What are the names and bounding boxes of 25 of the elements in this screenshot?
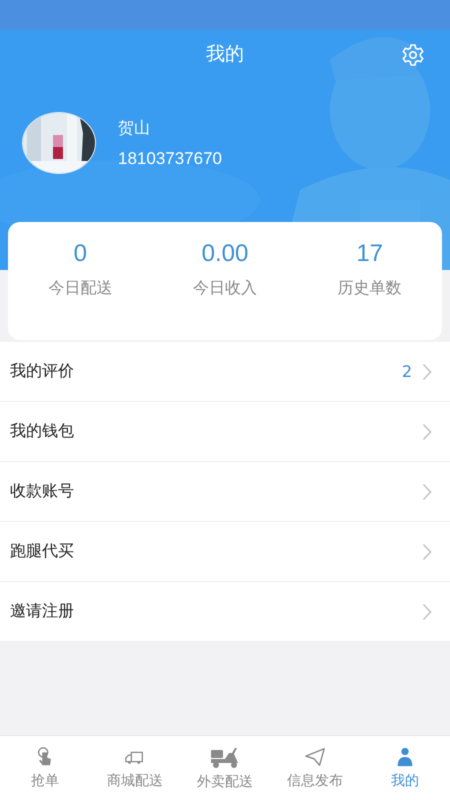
menu-item[interactable]: 跑腿代买 (0, 522, 450, 582)
menu-label: 跑腿代买 (10, 541, 74, 562)
chevron-icon (422, 542, 432, 560)
tab[interactable]: 外卖配送 (180, 736, 270, 800)
menu-label: 邀请注册 (10, 601, 74, 622)
chevron-icon (422, 482, 432, 500)
menu-item[interactable]: 邀请注册 (0, 582, 450, 642)
menu-item[interactable]: 收款账号 (0, 462, 450, 522)
stat-label: 今日收入 (193, 278, 257, 299)
chevron-icon (422, 422, 432, 440)
tab[interactable]: 商城配送 (90, 736, 180, 800)
tab[interactable]: 抢单 (0, 736, 90, 800)
paper-plane-icon (304, 746, 326, 768)
stat-label: 今日配送 (48, 278, 112, 299)
review-count: 2 (402, 362, 412, 381)
chevron-icon (422, 602, 432, 620)
stat-label: 历史单数 (338, 278, 402, 299)
scooter-icon (209, 745, 241, 769)
menu-item[interactable]: 我的钱包 (0, 402, 450, 462)
menu-label: 收款账号 (10, 481, 74, 502)
tab[interactable]: 信息发布 (270, 736, 360, 800)
menu-item[interactable]: 我的评价 2 (0, 342, 450, 402)
chevron-icon (422, 362, 432, 380)
menu-label: 我的钱包 (10, 421, 74, 442)
menu-label: 我的评价 (10, 361, 74, 382)
